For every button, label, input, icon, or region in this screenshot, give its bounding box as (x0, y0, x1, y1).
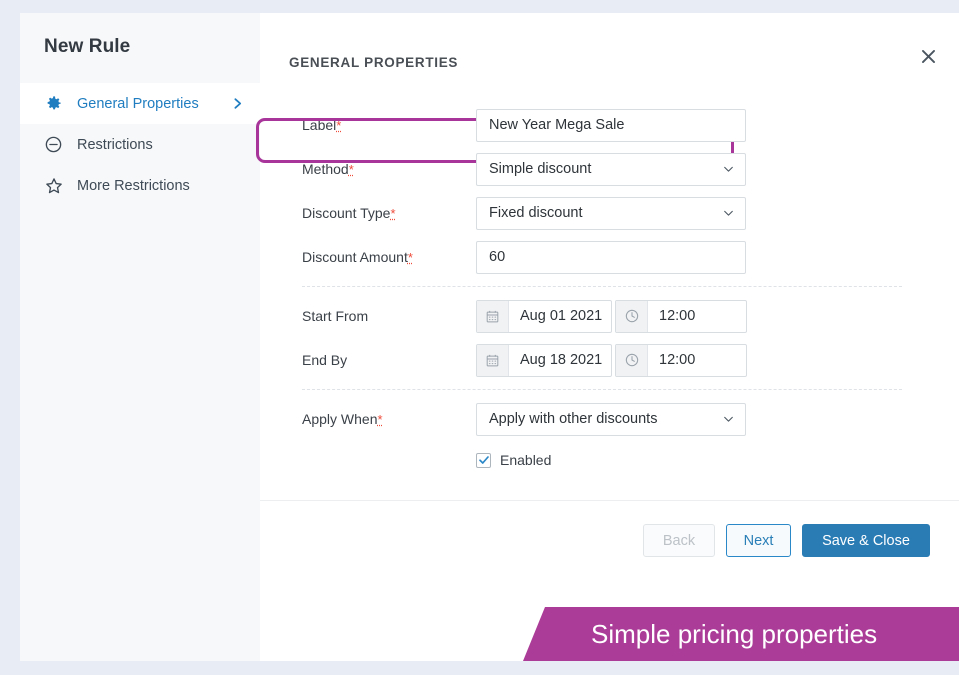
enabled-checkbox-label: Enabled (500, 452, 552, 468)
end-by-date-value: Aug 18 2021 (520, 352, 603, 368)
apply-when-select[interactable]: Apply with other discounts (476, 402, 746, 436)
clock-icon (616, 344, 648, 376)
chevron-right-icon (231, 97, 244, 110)
label-input[interactable]: New Year Mega Sale (476, 108, 746, 142)
discount-type-select[interactable]: Fixed discount (476, 196, 746, 230)
discount-type-select-value: Fixed discount (489, 205, 583, 221)
required-marker: * (390, 206, 396, 221)
form-divider (302, 286, 902, 287)
start-from-time-input[interactable]: 12:00 (615, 299, 747, 333)
circle-minus-icon (44, 135, 70, 154)
clock-icon (616, 300, 648, 332)
sidebar-item-restrictions[interactable]: Restrictions (20, 124, 260, 165)
end-by-date-input[interactable]: Aug 18 2021 (476, 343, 612, 377)
form-row-enabled: Enabled (260, 441, 959, 479)
start-from-date-value: Aug 01 2021 (520, 308, 603, 324)
label-field-label: Label* (302, 117, 342, 133)
end-by-time-value: 12:00 (659, 352, 696, 368)
discount-amount-field-label: Discount Amount* (302, 249, 413, 265)
sidebar: New Rule General Properties Restrictions… (20, 13, 260, 661)
apply-when-field-label: Apply When* (302, 411, 383, 427)
content-panel: GENERAL PROPERTIES Label* New Year Mega … (256, 13, 959, 661)
start-from-datetime-group: Aug 01 2021 12:00 (476, 299, 747, 333)
form-row-end-by: End By Aug 18 2021 12:00 (260, 338, 959, 382)
method-select[interactable]: Simple discount (476, 152, 746, 186)
chevron-down-icon (722, 163, 735, 176)
save-and-close-button[interactable]: Save & Close (802, 524, 930, 557)
new-rule-dialog: New Rule General Properties Restrictions… (20, 13, 959, 661)
back-button[interactable]: Back (643, 524, 715, 557)
gear-icon (44, 94, 70, 113)
caption-banner: Simple pricing properties (523, 607, 959, 661)
form-row-discount-type: Discount Type* Fixed discount (260, 191, 959, 235)
calendar-icon (477, 344, 509, 376)
sidebar-item-label: Restrictions (77, 136, 153, 153)
end-by-datetime-group: Aug 18 2021 12:00 (476, 343, 747, 377)
required-marker: * (407, 250, 413, 265)
sidebar-title: New Rule (44, 36, 131, 57)
sidebar-nav: General Properties Restrictions More Res… (20, 83, 260, 206)
required-marker: * (336, 118, 342, 133)
form-divider (302, 389, 902, 390)
end-by-field-label: End By (302, 352, 348, 368)
next-button[interactable]: Next (726, 524, 791, 557)
discount-type-field-label: Discount Type* (302, 205, 396, 221)
form-row-method: Method* Simple discount (260, 147, 959, 191)
required-marker: * (348, 162, 354, 177)
calendar-icon (477, 300, 509, 332)
sidebar-item-general-properties[interactable]: General Properties (20, 83, 260, 124)
general-properties-form: Label* New Year Mega Sale Method* Simple… (256, 70, 959, 479)
discount-amount-input-value: 60 (489, 249, 506, 265)
form-row-label: Label* New Year Mega Sale (260, 103, 959, 147)
method-select-value: Simple discount (489, 161, 592, 177)
start-from-date-input[interactable]: Aug 01 2021 (476, 299, 612, 333)
apply-when-select-value: Apply with other discounts (489, 411, 658, 427)
sidebar-item-label: More Restrictions (77, 177, 190, 194)
label-input-value: New Year Mega Sale (489, 117, 625, 133)
form-row-start-from: Start From Aug 01 2021 12:00 (260, 294, 959, 338)
close-icon[interactable] (915, 43, 941, 69)
sidebar-item-label: General Properties (77, 95, 199, 112)
enabled-checkbox[interactable] (476, 452, 491, 468)
discount-amount-input[interactable]: 60 (476, 240, 746, 274)
start-from-time-value: 12:00 (659, 308, 696, 324)
start-from-field-label: Start From (302, 308, 369, 324)
form-row-apply-when: Apply When* Apply with other discounts (260, 397, 959, 441)
caption-banner-text: Simple pricing properties (591, 618, 878, 649)
form-row-discount-amount: Discount Amount* 60 (260, 235, 959, 279)
method-field-label: Method* (302, 161, 354, 177)
dialog-footer: Back Next Save & Close (643, 524, 930, 557)
chevron-down-icon (722, 413, 735, 426)
page-title: GENERAL PROPERTIES (289, 55, 459, 70)
required-marker: * (377, 412, 383, 427)
sidebar-item-more-restrictions[interactable]: More Restrictions (20, 165, 260, 206)
star-icon (44, 176, 70, 196)
footer-separator (260, 500, 959, 501)
end-by-time-input[interactable]: 12:00 (615, 343, 747, 377)
chevron-down-icon (722, 207, 735, 220)
